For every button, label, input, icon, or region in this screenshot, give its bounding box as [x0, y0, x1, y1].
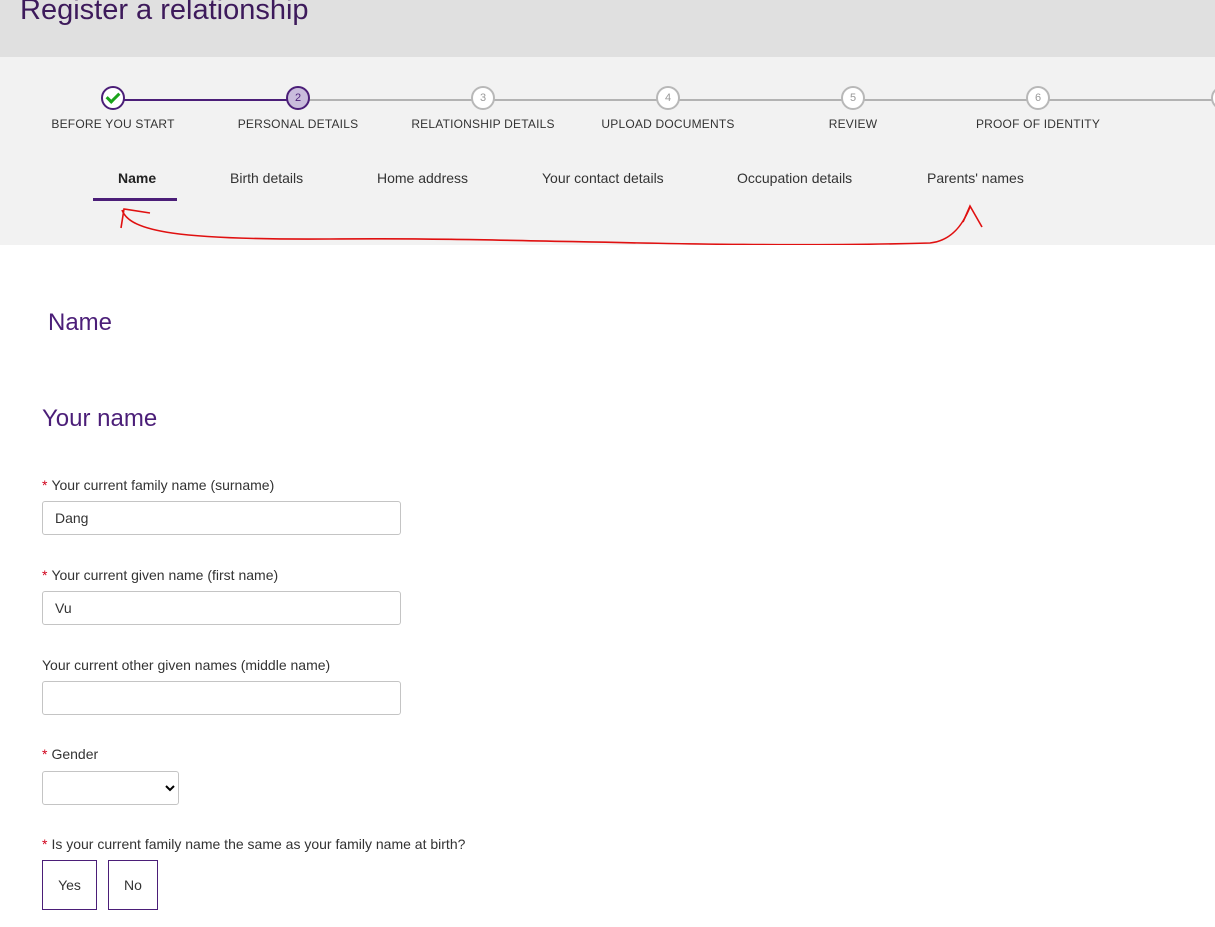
given-name-input[interactable] — [42, 591, 401, 625]
required-marker: * — [42, 567, 48, 583]
gender-select[interactable] — [42, 771, 179, 805]
middle-name-label-text: Your current other given names (middle n… — [42, 657, 331, 673]
section-title: Name — [48, 309, 113, 336]
middle-name-input[interactable] — [42, 681, 401, 715]
family-name-label-text: Your current family name (surname) — [51, 477, 275, 493]
given-name-label-text: Your current given name (first name) — [51, 567, 279, 583]
given-name-label: * Your current given name (first name) — [42, 567, 278, 583]
required-marker: * — [42, 477, 48, 493]
required-marker: * — [42, 836, 48, 852]
page-header: Register a relationship — [0, 0, 1215, 57]
middle-name-label: Your current other given names (middle n… — [42, 657, 330, 673]
yes-button[interactable]: Yes — [42, 860, 97, 910]
family-name-input[interactable] — [42, 501, 401, 535]
same-family-name-question: * Is your current family name the same as… — [42, 836, 465, 852]
family-name-label: * Your current family name (surname) — [42, 477, 274, 493]
required-marker: * — [42, 746, 48, 762]
annotation-left-arrowhead — [120, 208, 151, 229]
annotation-right-arrowhead — [962, 204, 983, 228]
progress-stepper: BEFORE YOU START 2 PERSONAL DETAILS 3 RE… — [0, 57, 1215, 245]
sub-section-title: Your name — [42, 405, 158, 432]
annotation-curve — [121, 206, 971, 245]
page-title: Register a relationship — [20, 0, 309, 26]
gender-label: * Gender — [42, 746, 98, 762]
no-button[interactable]: No — [108, 860, 158, 910]
gender-label-text: Gender — [51, 746, 99, 762]
annotation-arrow — [120, 204, 983, 245]
same-family-name-question-text: Is your current family name the same as … — [51, 836, 466, 852]
